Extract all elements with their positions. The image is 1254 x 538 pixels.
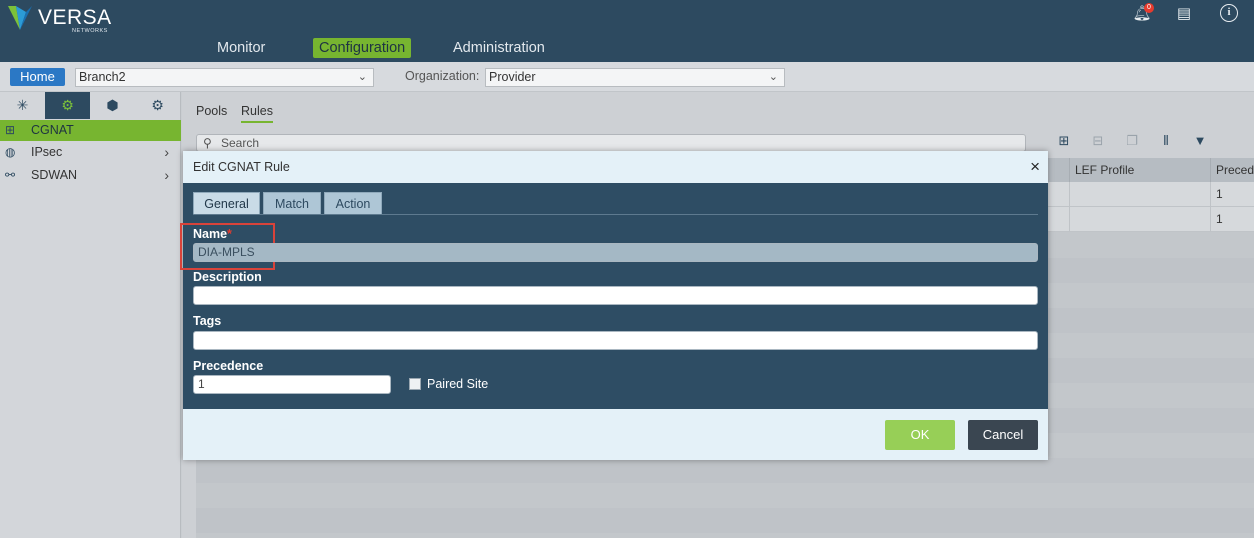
close-icon[interactable]: × [1030,157,1040,177]
tab-match[interactable]: Match [263,192,321,214]
nav-administration[interactable]: Administration [453,38,545,58]
nav-configuration[interactable]: Configuration [313,38,412,58]
clone-icon[interactable]: ❐ [1123,132,1141,150]
document-icon[interactable]: ▤ [1174,4,1194,24]
chevron-right-icon: › [164,167,169,183]
dialog-footer: OK Cancel [183,409,1048,460]
remove-icon[interactable]: ⊟ [1089,132,1107,150]
grid-stripe [196,458,1254,483]
chevron-right-icon: › [164,144,169,160]
versa-logo[interactable]: VERSA NETWORKS [6,4,116,34]
sidebar-item-label: IPsec [31,145,63,159]
edit-cgnat-rule-dialog: Edit CGNAT Rule × General Match Action N… [180,151,1048,460]
description-label: Description [193,270,262,284]
sdwan-icon: ⚯ [5,168,16,182]
tab-action[interactable]: Action [324,192,382,214]
cancel-button[interactable]: Cancel [968,420,1038,450]
sidebar-item-label: SDWAN [31,168,78,182]
organization-value: Provider [489,70,536,84]
bell-icon[interactable]: 🔔︎ 0 [1132,3,1154,24]
name-label-text: Name [193,227,228,241]
tags-field[interactable] [193,331,1038,350]
add-icon[interactable]: ⊞ [1055,132,1073,150]
search-placeholder: Search [221,136,260,150]
tab-pools[interactable]: Pools [196,104,227,118]
appliance-select[interactable]: Branch2 ⌄ [75,68,374,87]
cell-lef-profile [1069,182,1210,207]
sidebar-tabs: ✳ ⚙ ⬢ ⚙ [0,92,181,119]
paired-site-checkbox[interactable] [409,378,421,390]
description-field[interactable] [193,286,1038,305]
tab-general[interactable]: General [193,192,260,214]
versa-logo-mark [8,6,32,30]
cell-precedence: 1 [1210,182,1254,207]
grid-stripe [196,508,1254,533]
cell-lef-profile [1069,207,1210,232]
precedence-label: Precedence [193,359,264,373]
search-input[interactable]: ⚲ Search [196,134,1026,152]
dialog-header: Edit CGNAT Rule × [183,151,1048,183]
ok-button[interactable]: OK [885,420,955,450]
notification-badge: 0 [1144,3,1154,13]
sidebar-item-cgnat[interactable]: ⊞ CGNAT [0,120,181,141]
network-icon[interactable]: ✳ [0,92,45,119]
organization-select[interactable]: Provider ⌄ [485,68,785,87]
gear-icon[interactable]: ⚙ [45,92,90,119]
column-precedence[interactable]: Precede [1210,158,1254,182]
precedence-field[interactable]: 1 [193,375,391,394]
tab-rules[interactable]: Rules [241,104,273,123]
column-lef-profile[interactable]: LEF Profile [1069,158,1210,182]
nav-monitor[interactable]: Monitor [217,38,265,58]
settings-icon[interactable]: ⚙ [135,92,180,119]
chevron-down-icon: ⌄ [357,71,367,83]
paired-site-label: Paired Site [427,377,489,391]
name-label: Name* [193,227,232,241]
sidebar-item-sdwan[interactable]: ⚯ SDWAN › [0,165,181,186]
brand-name: VERSA [38,6,112,29]
cell-precedence: 1 [1210,207,1254,232]
info-icon[interactable]: i [1220,4,1238,22]
home-button[interactable]: Home [10,68,65,86]
brand-sub: NETWORKS [72,28,108,34]
search-icon: ⚲ [203,136,212,150]
name-field[interactable]: DIA-MPLS [193,243,1038,262]
cube-icon[interactable]: ⬢ [90,92,135,119]
required-mark: * [227,227,232,241]
globe-icon: ◍ [5,145,16,159]
tags-label: Tags [193,314,222,328]
sidebar-item-label: CGNAT [31,123,74,137]
chevron-down-icon: ⌄ [768,71,778,83]
tab-divider [193,214,1038,215]
cgnat-icon: ⊞ [5,123,16,137]
top-header: VERSA NETWORKS Monitor Configuration Adm… [0,0,1254,62]
dialog-title: Edit CGNAT Rule [193,160,290,174]
appliance-value: Branch2 [79,70,126,84]
organization-label: Organization: [405,69,480,83]
sidebar: ✳ ⚙ ⬢ ⚙ ⊞ CGNAT ◍ IPsec › ⚯ SDWAN › [0,92,181,538]
context-bar: Home Branch2 ⌄ Organization: Provider ⌄ [0,62,1254,92]
columns-icon[interactable]: ⦀ [1157,132,1175,150]
sidebar-item-ipsec[interactable]: ◍ IPsec › [0,142,181,163]
filter-icon[interactable]: ▼ [1191,132,1209,150]
